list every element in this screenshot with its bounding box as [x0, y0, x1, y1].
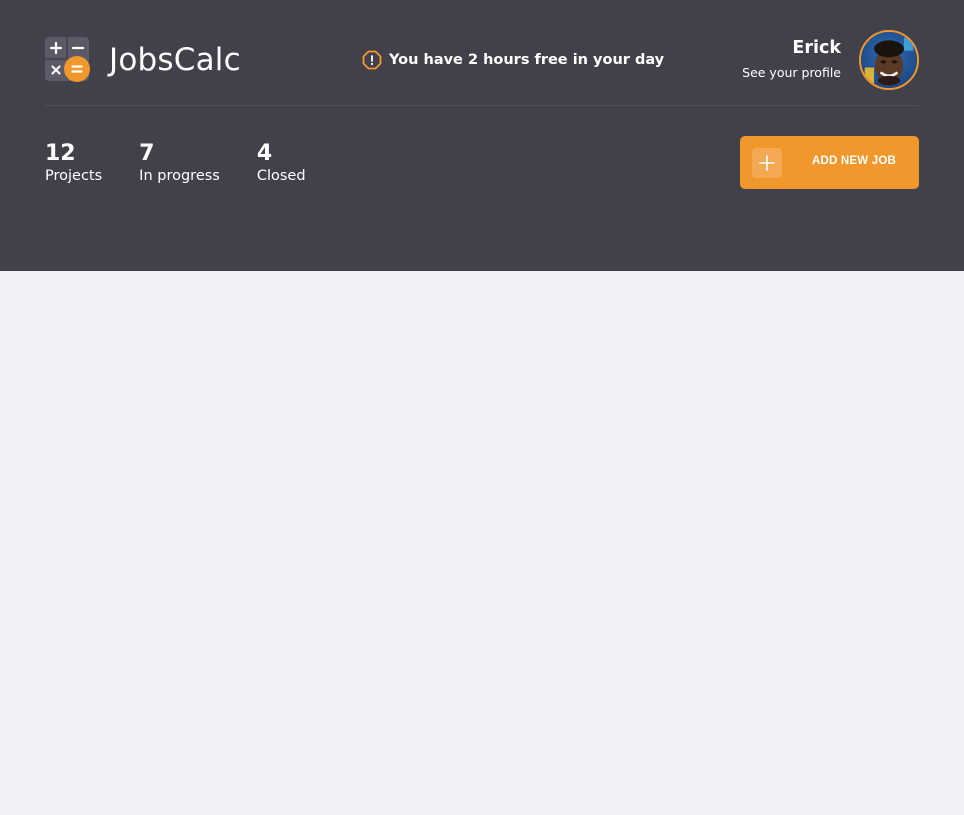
- app-header: JobsCalc You have 2 hours free in your d…: [0, 0, 964, 271]
- profile-text: Erick See your profile: [742, 37, 841, 80]
- stat-value: 12: [45, 141, 76, 166]
- avatar[interactable]: [859, 30, 919, 90]
- plus-icon: [752, 148, 782, 178]
- main-content: [0, 271, 964, 815]
- stat-in-progress: 7 In progress: [139, 141, 220, 185]
- see-profile-link[interactable]: See your profile: [742, 65, 841, 80]
- stat-value: 4: [256, 141, 273, 166]
- add-new-job-button[interactable]: ADD NEW JOB: [740, 136, 919, 189]
- notice-text: You have 2 hours free in your day: [389, 52, 665, 68]
- free-time-notice: You have 2 hours free in your day: [362, 50, 664, 70]
- add-new-job-label: ADD NEW JOB: [812, 155, 896, 167]
- stat-label: Closed: [256, 168, 306, 184]
- stat-closed: 4 Closed: [257, 141, 306, 185]
- user-profile[interactable]: Erick See your profile: [742, 30, 919, 90]
- app-name: JobsCalc: [109, 41, 241, 78]
- profile-name: Erick: [792, 37, 841, 58]
- stat-label: Projects: [45, 168, 103, 184]
- stat-label: In progress: [139, 168, 220, 184]
- calculator-logo-icon: [45, 37, 90, 82]
- stat-projects: 12 Projects: [45, 141, 102, 185]
- app-logo[interactable]: JobsCalc: [45, 37, 241, 83]
- job-stats: 12 Projects 7 In progress 4 Closed: [45, 141, 343, 185]
- stat-value: 7: [139, 141, 155, 166]
- alert-octagon-icon: [362, 50, 382, 70]
- header-divider: [45, 105, 919, 106]
